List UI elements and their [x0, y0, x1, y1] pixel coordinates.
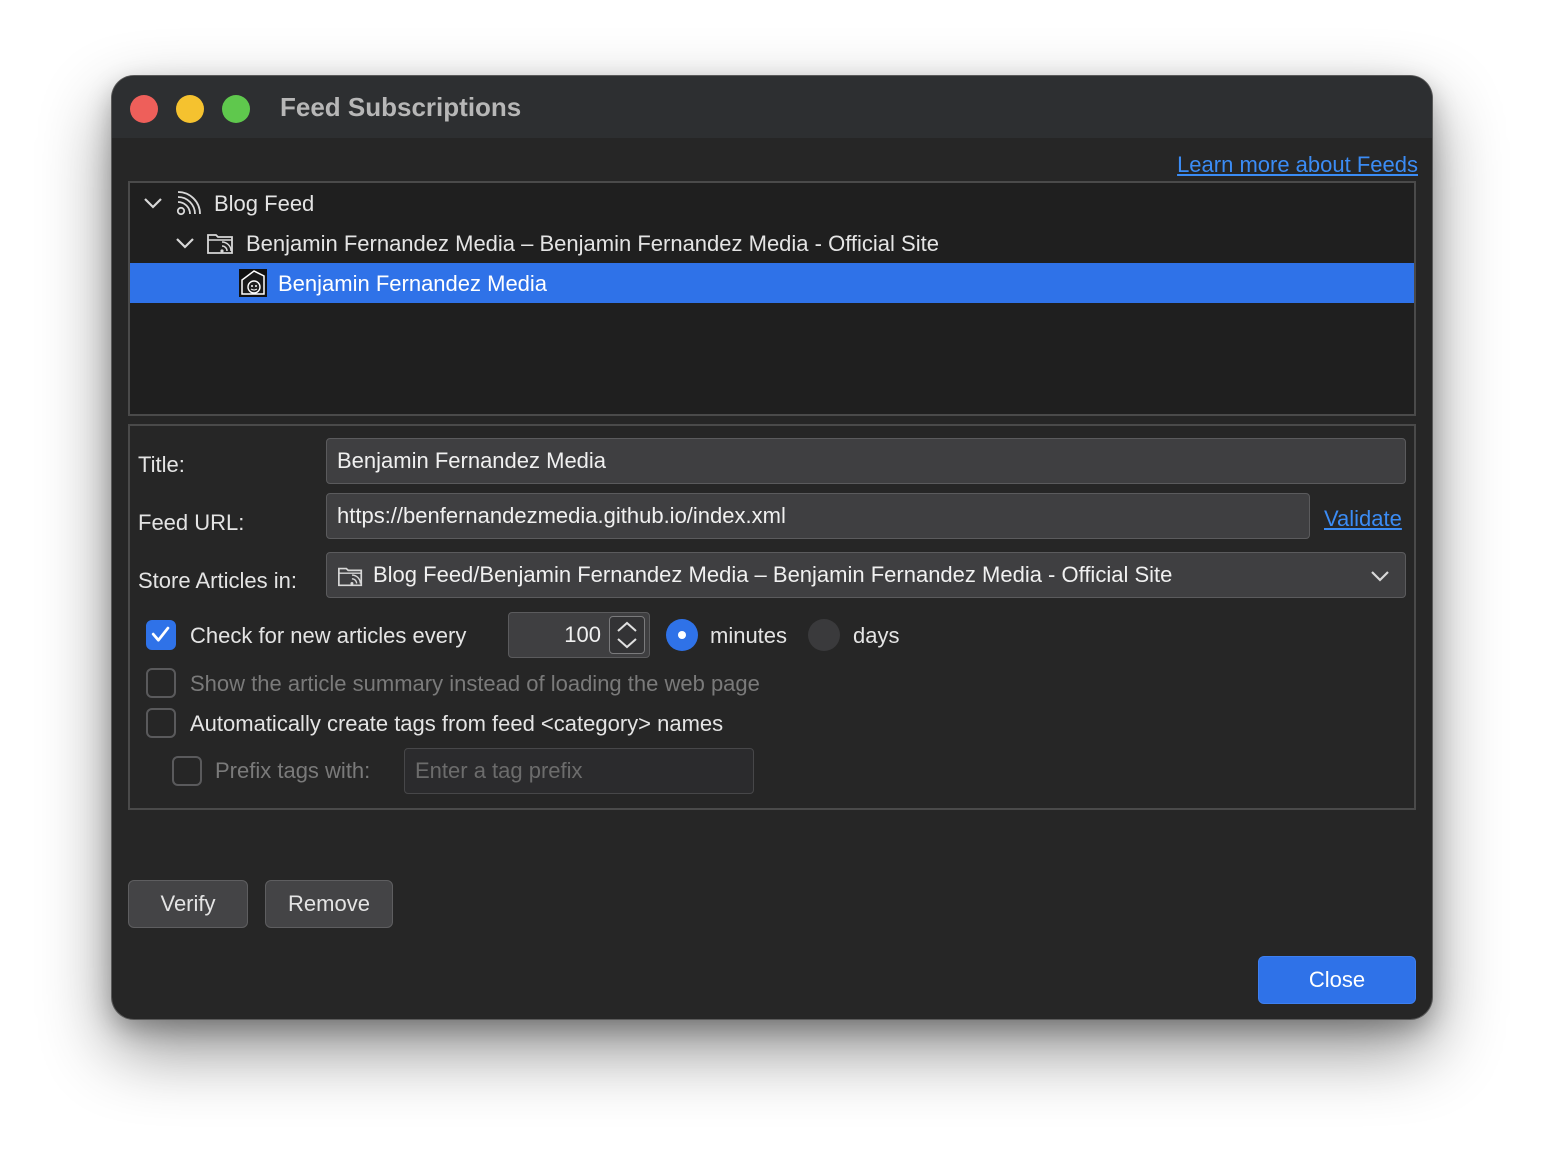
chevron-down-icon[interactable]: [174, 232, 196, 254]
feed-subscriptions-window: Feed Subscriptions Learn more about Feed…: [112, 76, 1432, 1019]
chevron-down-icon[interactable]: [142, 192, 164, 214]
title-field[interactable]: Benjamin Fernandez Media: [326, 438, 1406, 484]
chevron-down-icon: [1371, 571, 1389, 582]
minimize-window-button[interactable]: [176, 95, 204, 123]
verify-button[interactable]: Verify: [128, 880, 248, 928]
check-interval-label: Check for new articles every: [190, 623, 467, 648]
feed-folder-icon: [338, 567, 363, 587]
close-button[interactable]: Close: [1258, 956, 1416, 1004]
checkmark-icon: [151, 626, 170, 642]
tag-prefix-input[interactable]: Enter a tag prefix: [404, 748, 754, 794]
feed-url-label: Feed URL:: [138, 510, 245, 535]
remove-button[interactable]: Remove: [265, 880, 393, 928]
stepper-buttons[interactable]: [609, 616, 645, 654]
titlebar: Feed Subscriptions: [112, 76, 1432, 138]
validate-link[interactable]: Validate: [1324, 506, 1402, 532]
minutes-label: minutes: [710, 623, 788, 648]
interval-value[interactable]: 100: [564, 622, 601, 648]
store-articles-value: Blog Feed/Benjamin Fernandez Media – Ben…: [373, 562, 1173, 587]
days-label: days: [853, 623, 900, 648]
tree-item-label: Blog Feed: [214, 191, 315, 216]
prefix-tags-label: Prefix tags with:: [215, 758, 371, 783]
tree-item-site-folder[interactable]: Benjamin Fernandez Media – Benjamin Fern…: [130, 223, 1414, 263]
feed-tree[interactable]: Blog Feed Benjamin Fernandez Media – Ben…: [128, 181, 1416, 416]
auto-tags-checkbox[interactable]: [146, 708, 176, 738]
auto-tags-label: Automatically create tags from feed <cat…: [190, 711, 724, 736]
title-label: Title:: [138, 452, 185, 477]
stepper-arrows-icon[interactable]: [610, 617, 644, 653]
tree-item-blog-feed[interactable]: Blog Feed: [130, 183, 1414, 223]
site-favicon-icon: [239, 269, 267, 297]
interval-stepper[interactable]: 100: [508, 612, 650, 658]
minutes-radio[interactable]: [666, 619, 698, 651]
rss-feed-icon: [176, 191, 201, 216]
tree-item-label: Benjamin Fernandez Media: [278, 271, 548, 296]
prefix-tags-checkbox[interactable]: [172, 756, 202, 786]
days-radio[interactable]: [808, 619, 840, 651]
tree-item-selected-feed[interactable]: Benjamin Fernandez Media: [130, 263, 1414, 303]
store-articles-label: Store Articles in:: [138, 568, 297, 593]
learn-more-link[interactable]: Learn more about Feeds: [1177, 152, 1418, 178]
tree-item-label: Benjamin Fernandez Media – Benjamin Fern…: [246, 231, 939, 256]
show-summary-checkbox[interactable]: [146, 668, 176, 698]
feed-properties-panel: Title: Benjamin Fernandez Media Feed URL…: [128, 424, 1416, 810]
feed-url-field[interactable]: https://benfernandezmedia.github.io/inde…: [326, 493, 1310, 539]
zoom-window-button[interactable]: [222, 95, 250, 123]
window-title: Feed Subscriptions: [280, 92, 522, 122]
store-articles-select[interactable]: Blog Feed/Benjamin Fernandez Media – Ben…: [326, 552, 1406, 598]
show-summary-label: Show the article summary instead of load…: [190, 671, 760, 696]
check-interval-checkbox[interactable]: [146, 620, 176, 650]
feed-folder-icon: [207, 234, 233, 254]
close-window-button[interactable]: [130, 95, 158, 123]
